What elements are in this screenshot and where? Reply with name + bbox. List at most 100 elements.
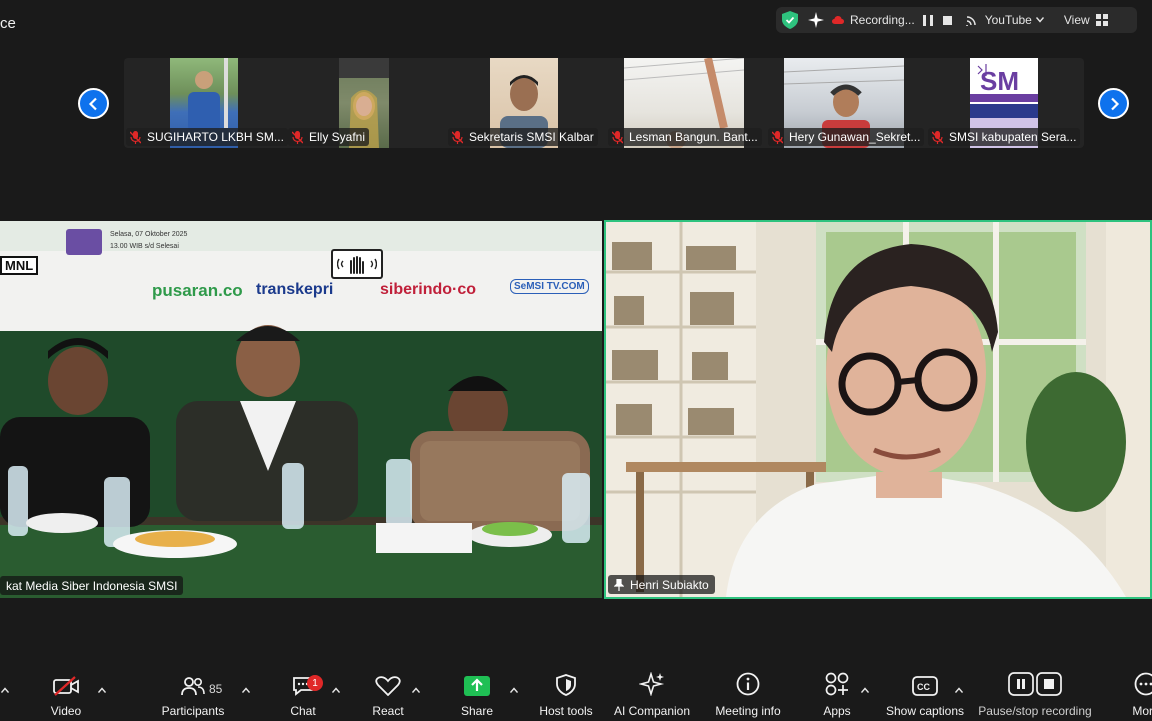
more-icon — [1134, 672, 1152, 696]
chevron-up-icon[interactable] — [242, 687, 250, 693]
video-label: Video — [50, 704, 82, 718]
captions-label: Show captions — [885, 704, 965, 718]
mic-muted-icon — [292, 130, 303, 144]
meeting-toolbar: Video Participants 85 Chat 1 React Share… — [0, 668, 1152, 721]
pause-recording-icon[interactable] — [922, 14, 933, 26]
ai-sparkle-icon[interactable] — [808, 12, 824, 28]
speaker-video — [606, 222, 1150, 597]
video-button[interactable]: Video — [44, 668, 88, 721]
main-video-active-speaker[interactable]: Henri Subiakto — [604, 220, 1152, 599]
participant-name-tag: Henri Subiakto — [608, 575, 715, 594]
host-tools-button[interactable]: Host tools — [536, 668, 596, 721]
captions-button[interactable]: CC Show captions — [882, 668, 968, 721]
chevron-right-icon — [1110, 97, 1119, 110]
ai-companion-label: AI Companion — [613, 704, 691, 718]
apps-icon — [825, 672, 849, 696]
participant-name: kat Media Siber Indonesia SMSI — [6, 578, 178, 593]
banner-logo: pusaran.co — [152, 281, 243, 300]
participant-name: SMSI kabupaten Sera... — [949, 130, 1077, 144]
banner-logo: MNL — [0, 256, 39, 275]
participant-tile[interactable]: Lesman Bangun. Bant... — [606, 58, 766, 148]
participants-icon — [181, 677, 205, 696]
window-title: ce — [0, 15, 16, 32]
chevron-left-icon — [88, 97, 97, 110]
mic-muted-icon — [772, 130, 783, 144]
livestream-label: YouTube — [984, 13, 1032, 27]
recording-label: Recording... — [850, 13, 915, 27]
more-label: More — [1132, 704, 1152, 718]
participant-tile[interactable]: SUGIHARTO LKBH SM... — [124, 58, 288, 148]
chevron-up-icon[interactable] — [412, 687, 420, 693]
participant-name-tag: Hery Gunawan_Sekret... — [768, 128, 925, 146]
participants-count: 85 — [209, 682, 223, 696]
recording-controls-icon — [1008, 672, 1062, 696]
ai-companion-button[interactable]: AI Companion — [612, 668, 692, 721]
pause-stop-recording-button[interactable]: Pause/stop recording — [976, 668, 1094, 721]
participant-name-tag: SUGIHARTO LKBH SM... — [126, 128, 288, 146]
apps-button[interactable]: Apps — [820, 668, 854, 721]
participant-tile[interactable]: SM SMSI kabupaten Sera... — [926, 58, 1086, 148]
share-screen-icon — [464, 676, 490, 696]
react-button[interactable]: React — [368, 668, 408, 721]
participant-name-tag: Elly Syafni — [288, 128, 370, 146]
meeting-info-label: Meeting info — [715, 704, 781, 718]
banner-logo: SeMSI TV.COM — [510, 279, 589, 294]
livestream-signal-icon — [965, 16, 976, 26]
apps-label: Apps — [823, 704, 851, 718]
participant-name-tag: Lesman Bangun. Bant... — [608, 128, 762, 146]
participant-name: SUGIHARTO LKBH SM... — [147, 130, 284, 144]
svg-text:SM: SM — [980, 66, 1019, 96]
more-button[interactable]: More — [1126, 668, 1152, 721]
heart-icon — [375, 676, 401, 696]
chevron-up-icon[interactable] — [861, 687, 869, 693]
participant-name: Elly Syafni — [309, 130, 366, 144]
closed-captions-icon: CC — [912, 676, 938, 696]
participant-tile[interactable]: Hery Gunawan_Sekret... — [766, 58, 926, 148]
stop-recording-icon[interactable] — [942, 15, 952, 25]
participants-label: Participants — [161, 704, 225, 718]
chevron-up-icon[interactable] — [955, 687, 963, 693]
view-label: View — [1063, 13, 1090, 27]
banner-logo: siberindo·co — [380, 281, 477, 298]
svg-text:CC: CC — [917, 682, 930, 692]
meeting-info-button[interactable]: Meeting info — [712, 668, 784, 721]
share-button[interactable]: Share — [458, 668, 496, 721]
livestream-dropdown[interactable]: YouTube — [965, 7, 1064, 33]
ai-sparkle-icon — [639, 672, 665, 696]
chevron-up-icon[interactable] — [332, 687, 340, 693]
view-button[interactable]: View — [1064, 7, 1108, 33]
info-icon — [736, 672, 760, 696]
banner-logo: transkepri — [256, 281, 334, 298]
chat-unread-badge: 1 — [307, 675, 323, 691]
chevron-up-icon[interactable] — [510, 687, 518, 693]
react-label: React — [372, 704, 404, 718]
participant-name-tag: kat Media Siber Indonesia SMSI — [0, 576, 184, 595]
recording-controls-label: Pause/stop recording — [978, 704, 1092, 718]
participant-name-tag: SMSI kabupaten Sera... — [928, 128, 1081, 146]
pin-icon — [614, 578, 624, 591]
meeting-status-bar: Recording... YouTube View — [776, 7, 1137, 33]
chevron-down-icon — [1035, 17, 1044, 23]
participant-name: Henri Subiakto — [630, 577, 709, 592]
banner-time: 13.00 WIB s/d Selesai — [110, 243, 179, 250]
gallery-previous-button[interactable] — [78, 88, 109, 119]
mic-muted-icon — [932, 130, 943, 144]
chat-label: Chat — [290, 704, 316, 718]
chevron-up-icon[interactable] — [98, 687, 106, 693]
participant-name: Hery Gunawan_Sekret... — [789, 130, 921, 144]
conference-room-video — [0, 221, 602, 598]
mic-muted-icon — [452, 130, 463, 144]
recording-indicator[interactable]: Recording... — [832, 7, 923, 33]
participant-tile[interactable]: Sekretaris SMSI Kalbar — [446, 58, 606, 148]
banner-date: Selasa, 07 Oktober 2025 — [110, 231, 188, 238]
shield-icon — [556, 674, 576, 696]
gallery-next-button[interactable] — [1098, 88, 1129, 119]
participant-tile[interactable]: Elly Syafni — [286, 58, 446, 148]
raised-hand-indicator — [331, 249, 383, 279]
cloud-recording-icon — [832, 16, 844, 24]
participant-name: Lesman Bangun. Bant... — [629, 130, 758, 144]
security-shield-icon[interactable] — [782, 11, 798, 29]
host-tools-label: Host tools — [539, 704, 593, 718]
main-video-left[interactable]: Selasa, 07 Oktober 2025 13.00 WIB s/d Se… — [0, 221, 602, 598]
chevron-up-icon[interactable] — [1, 687, 9, 693]
